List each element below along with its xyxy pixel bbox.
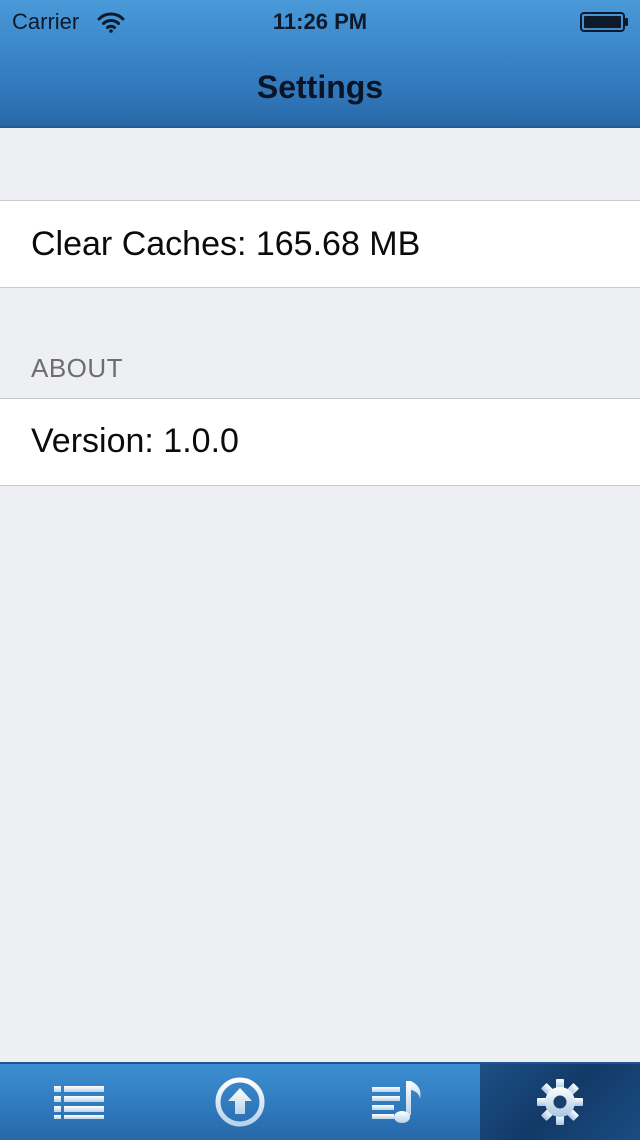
settings-screen: Carrier 11:26 PM Settings Clear Caches: … xyxy=(0,0,640,1140)
version-label: Version: 1.0.0 xyxy=(31,422,239,460)
clear-caches-row[interactable]: Clear Caches: 165.68 MB xyxy=(0,200,640,288)
tab-bar xyxy=(0,1062,640,1140)
battery-icon xyxy=(580,12,628,32)
clear-caches-label: Clear Caches: 165.68 MB xyxy=(31,225,421,263)
status-time: 11:26 PM xyxy=(272,9,368,34)
version-row: Version: 1.0.0 xyxy=(0,398,640,486)
tab-playlist[interactable] xyxy=(320,1064,480,1140)
tab-list[interactable] xyxy=(0,1064,160,1140)
section-header-about: ABOUT xyxy=(31,353,124,383)
page-title: Settings xyxy=(256,69,384,105)
tab-upload[interactable] xyxy=(160,1064,320,1140)
tab-settings[interactable] xyxy=(480,1064,640,1140)
status-bar: Carrier 11:26 PM xyxy=(0,0,640,42)
navigation-header: Carrier 11:26 PM Settings xyxy=(0,0,640,128)
gear-icon xyxy=(537,1079,583,1125)
list-icon xyxy=(54,1086,104,1119)
playlist-icon xyxy=(372,1081,421,1123)
upload-icon xyxy=(215,1077,265,1127)
